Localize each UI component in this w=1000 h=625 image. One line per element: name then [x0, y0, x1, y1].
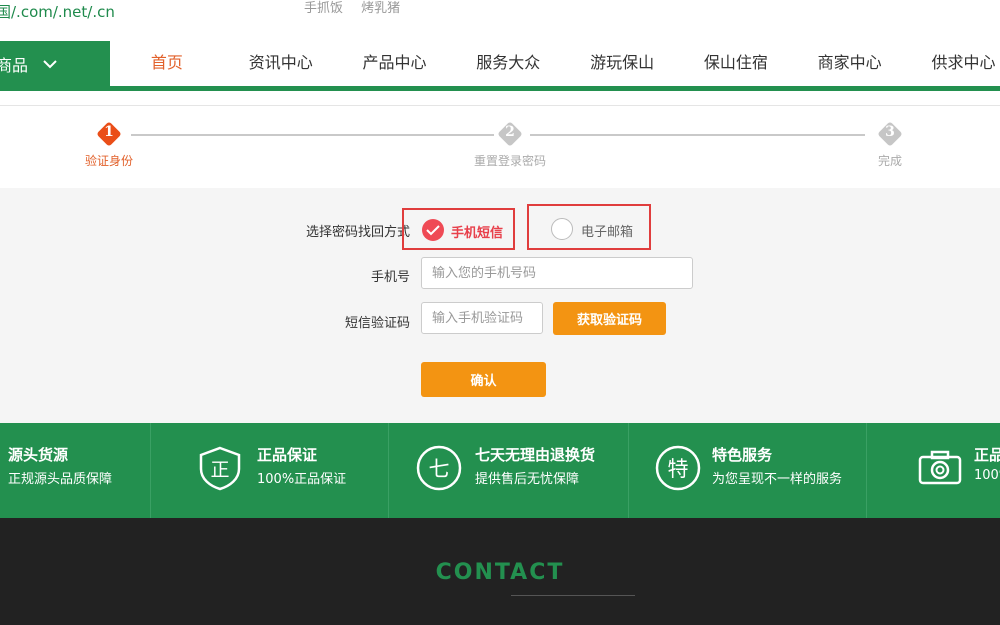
- nav-item-home[interactable]: 首页: [110, 41, 224, 87]
- step-marker: 1: [97, 122, 121, 146]
- feature-title: 正品保证: [257, 446, 318, 464]
- step-connector: [530, 134, 865, 136]
- contact-title: CONTACT: [435, 560, 565, 585]
- category-dropdown[interactable]: 商品: [0, 41, 110, 87]
- svg-text:特: 特: [668, 457, 689, 481]
- recovery-form: 选择密码找回方式 手机短信 电子邮箱 手机号 短信验证码 获取验证码 确认: [0, 188, 1000, 423]
- top-strip: 国/.com/.net/.cn 手抓饭 烤乳猪: [0, 0, 1000, 24]
- method-option-sms[interactable]: 手机短信: [402, 208, 515, 250]
- step-label: 完成: [877, 154, 902, 168]
- hot-word[interactable]: 烤乳猪: [361, 1, 400, 16]
- feature-special-service: 特 特色服务 为您呈现不一样的服务: [629, 423, 866, 518]
- step-label: 验证身份: [84, 154, 133, 168]
- hot-search-words: 手抓饭 烤乳猪: [304, 0, 414, 16]
- step-marker: 3: [878, 122, 902, 146]
- sms-code-input[interactable]: [421, 302, 543, 334]
- feature-desc: 100%正品保证: [257, 472, 347, 487]
- nav-underline: [0, 86, 1000, 91]
- get-code-button[interactable]: 获取验证码: [553, 302, 666, 335]
- step-label: 重置登录密码: [473, 154, 546, 168]
- domain-suffixes: 国/.com/.net/.cn: [0, 3, 115, 21]
- feature-genuine-2: 正品 100%: [867, 423, 1000, 518]
- method-option-email[interactable]: 电子邮箱: [527, 204, 651, 250]
- nav-item-lodging[interactable]: 保山住宿: [679, 41, 793, 87]
- feature-desc: 为您呈现不一样的服务: [712, 472, 843, 487]
- main-nav: 商品 首页 资讯中心 产品中心 服务大众 游玩保山 保山住宿 商家中心 供求中心: [0, 41, 1000, 91]
- phone-label: 手机号: [370, 270, 410, 285]
- step-3: 3 完成: [850, 122, 930, 169]
- sms-code-label: 短信验证码: [344, 316, 410, 331]
- feature-desc: 100%: [974, 468, 1000, 483]
- step-connector: [131, 134, 494, 136]
- step-1: 1 验证身份: [69, 122, 149, 169]
- category-label: 商品: [0, 56, 29, 75]
- feature-title: 七天无理由退换货: [475, 446, 596, 464]
- radio-unchecked-icon: [551, 218, 573, 240]
- method-sms-label: 手机短信: [451, 226, 504, 241]
- seven-icon: 七: [416, 445, 462, 491]
- progress-steps: 1 验证身份 2 重置登录密码 3 完成: [0, 106, 1000, 188]
- radio-checked-icon: [422, 219, 444, 241]
- nav-item-supply[interactable]: 供求中心: [907, 41, 1000, 87]
- service-features: 源头货源 正规源头品质保障 正 正品保证 100%正品保证 七 七天无理由退换货…: [0, 423, 1000, 518]
- nav-item-products[interactable]: 产品中心: [338, 41, 452, 87]
- feature-title: 特色服务: [712, 446, 773, 464]
- shield-icon: 正: [199, 446, 241, 491]
- contact-underline: [511, 595, 635, 596]
- svg-text:七: 七: [429, 457, 450, 481]
- nav-item-services[interactable]: 服务大众: [451, 41, 565, 87]
- page: 国/.com/.net/.cn 手抓饭 烤乳猪 商品 首页 资讯中心 产品中心 …: [0, 0, 1000, 625]
- feature-desc: 提供售后无忧保障: [475, 472, 580, 487]
- step-marker: 2: [498, 122, 522, 146]
- feature-source: 源头货源 正规源头品质保障: [0, 423, 150, 518]
- step-2: 2 重置登录密码: [470, 122, 550, 169]
- hot-word[interactable]: 手抓饭: [304, 1, 343, 16]
- feature-title: 源头货源: [8, 446, 69, 464]
- method-email-label: 电子邮箱: [581, 225, 634, 240]
- footer: CONTACT: [0, 518, 1000, 625]
- svg-text:正: 正: [210, 459, 229, 481]
- nav-item-merchants[interactable]: 商家中心: [793, 41, 907, 87]
- feature-desc: 正规源头品质保障: [8, 472, 113, 487]
- phone-input[interactable]: [421, 257, 693, 289]
- method-label: 选择密码找回方式: [305, 225, 410, 240]
- chevron-down-icon: [43, 60, 57, 69]
- nav-item-travel[interactable]: 游玩保山: [565, 41, 679, 87]
- nav-items: 首页 资讯中心 产品中心 服务大众 游玩保山 保山住宿 商家中心 供求中心: [110, 41, 1000, 87]
- special-icon: 特: [655, 445, 701, 491]
- camera-icon: [918, 450, 962, 485]
- nav-item-news[interactable]: 资讯中心: [224, 41, 338, 87]
- feature-seven-day-return: 七 七天无理由退换货 提供售后无忧保障: [389, 423, 628, 518]
- feature-genuine: 正 正品保证 100%正品保证: [151, 423, 388, 518]
- confirm-button[interactable]: 确认: [421, 362, 546, 397]
- feature-title: 正品: [974, 446, 1000, 464]
